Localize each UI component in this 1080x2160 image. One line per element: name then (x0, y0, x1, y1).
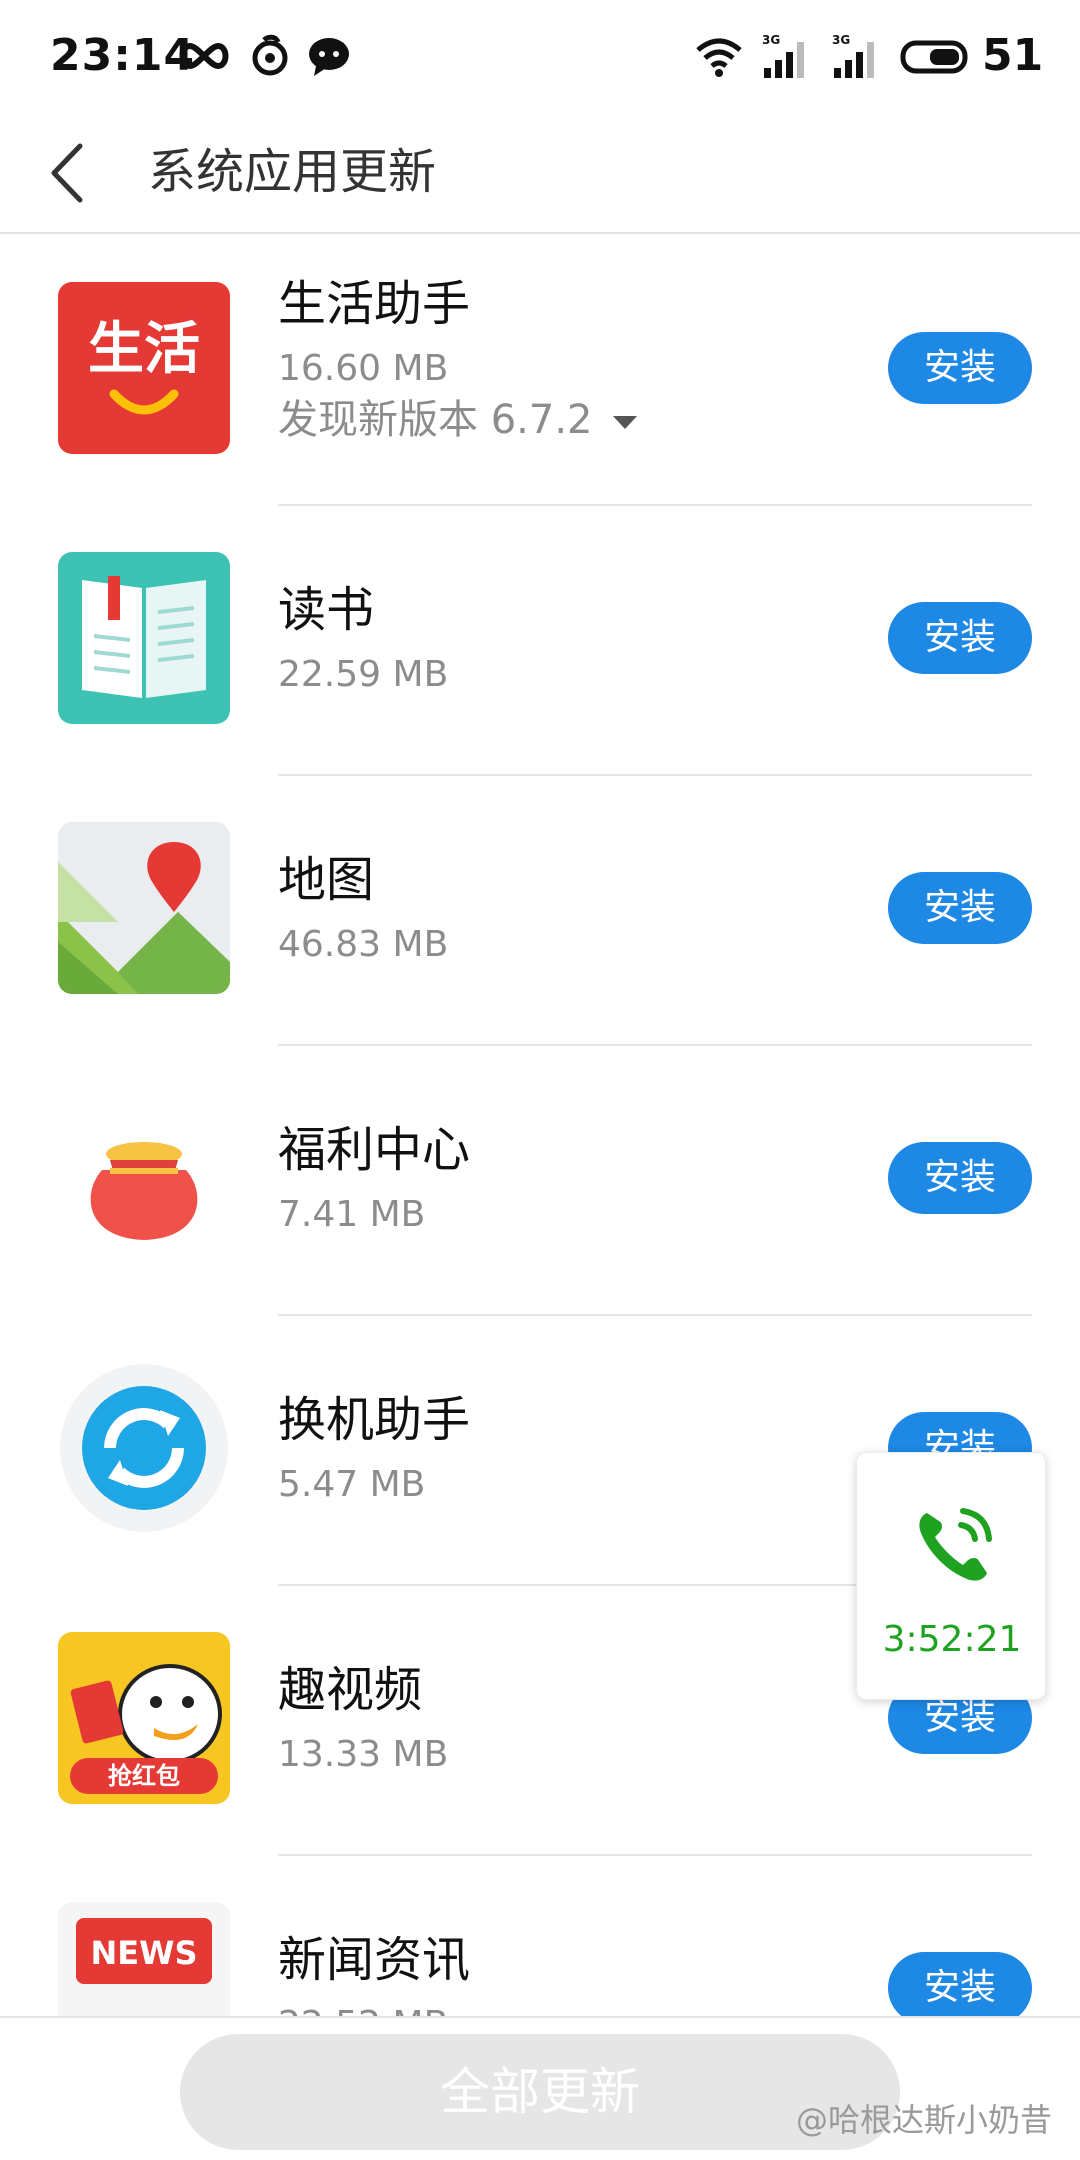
app-name: 福利中心 (278, 1122, 471, 1178)
install-button[interactable]: 安装 (888, 602, 1032, 674)
list-item[interactable]: 读书 22.59 MB 安装 (0, 506, 1080, 776)
list-item[interactable]: 地图 46.83 MB 安装 (0, 776, 1080, 1046)
app-size: 16.60 MB (278, 348, 449, 389)
signal-3g-icon: 3G (762, 33, 804, 78)
version-label: 发现新版本 6.7.2 (278, 397, 593, 443)
map-pin-icon (58, 822, 230, 994)
app-name: 地图 (278, 852, 375, 908)
app-size: 46.83 MB (278, 924, 449, 965)
app-name: 新闻资讯 (278, 1932, 471, 1988)
install-button[interactable]: 安装 (888, 332, 1032, 404)
app-name: 趣视频 (278, 1662, 423, 1718)
install-button[interactable]: 安装 (888, 1952, 1032, 2024)
list-item[interactable]: 福利中心 7.41 MB 安装 (0, 1046, 1080, 1316)
infinity-icon (179, 42, 229, 70)
app-name: 生活助手 (278, 276, 471, 332)
phone-call-icon (919, 1508, 992, 1581)
app-size: 7.41 MB (278, 1194, 426, 1235)
phone-transfer-icon (58, 1362, 230, 1534)
fun-video-icon: 抢红包 (58, 1632, 230, 1804)
app-header: 系统应用更新 (0, 112, 1080, 234)
svg-text:3G: 3G (832, 33, 850, 47)
lucky-bag-icon (58, 1092, 230, 1264)
app-size: 13.33 MB (278, 1734, 449, 1775)
netease-music-icon (252, 34, 288, 76)
svg-text:3G: 3G (762, 33, 780, 47)
page-title: 系统应用更新 (148, 144, 437, 200)
app-name: 读书 (278, 582, 375, 638)
app-size: 22.59 MB (278, 654, 449, 695)
signal-3g-icon: 3G (832, 33, 874, 78)
version-selector[interactable]: 发现新版本 6.7.2 (278, 394, 637, 446)
wifi-icon (696, 38, 742, 77)
update-all-button[interactable]: 全部更新 (180, 2034, 900, 2150)
watermark: @哈根达斯小奶昔 (796, 2101, 1053, 2139)
status-time: 23:14 (50, 30, 196, 81)
life-assistant-icon: 生活 (58, 282, 230, 454)
install-button[interactable]: 安装 (888, 1142, 1032, 1214)
call-floating-widget[interactable]: 3:52:21 (856, 1452, 1046, 1700)
battery-level: 51 (982, 30, 1044, 81)
svg-text:抢红包: 抢红包 (108, 1762, 180, 1790)
call-timer: 3:52:21 (882, 1619, 1022, 1660)
svg-text:NEWS: NEWS (91, 1934, 198, 1972)
list-item[interactable]: 生活 生活助手 16.60 MB 发现新版本 6.7.2 安装 (0, 236, 1080, 506)
install-button[interactable]: 安装 (888, 872, 1032, 944)
status-bar: 23:14 3G 3G 51 (0, 0, 1080, 112)
chat-bubble-icon (309, 38, 349, 76)
app-name: 换机助手 (278, 1392, 471, 1448)
svg-text:生活: 生活 (88, 317, 200, 382)
chevron-left-icon[interactable] (40, 130, 120, 216)
reading-book-icon (58, 552, 230, 724)
battery-icon (900, 40, 968, 74)
dropdown-arrow-icon (612, 415, 637, 429)
app-size: 5.47 MB (278, 1464, 426, 1505)
